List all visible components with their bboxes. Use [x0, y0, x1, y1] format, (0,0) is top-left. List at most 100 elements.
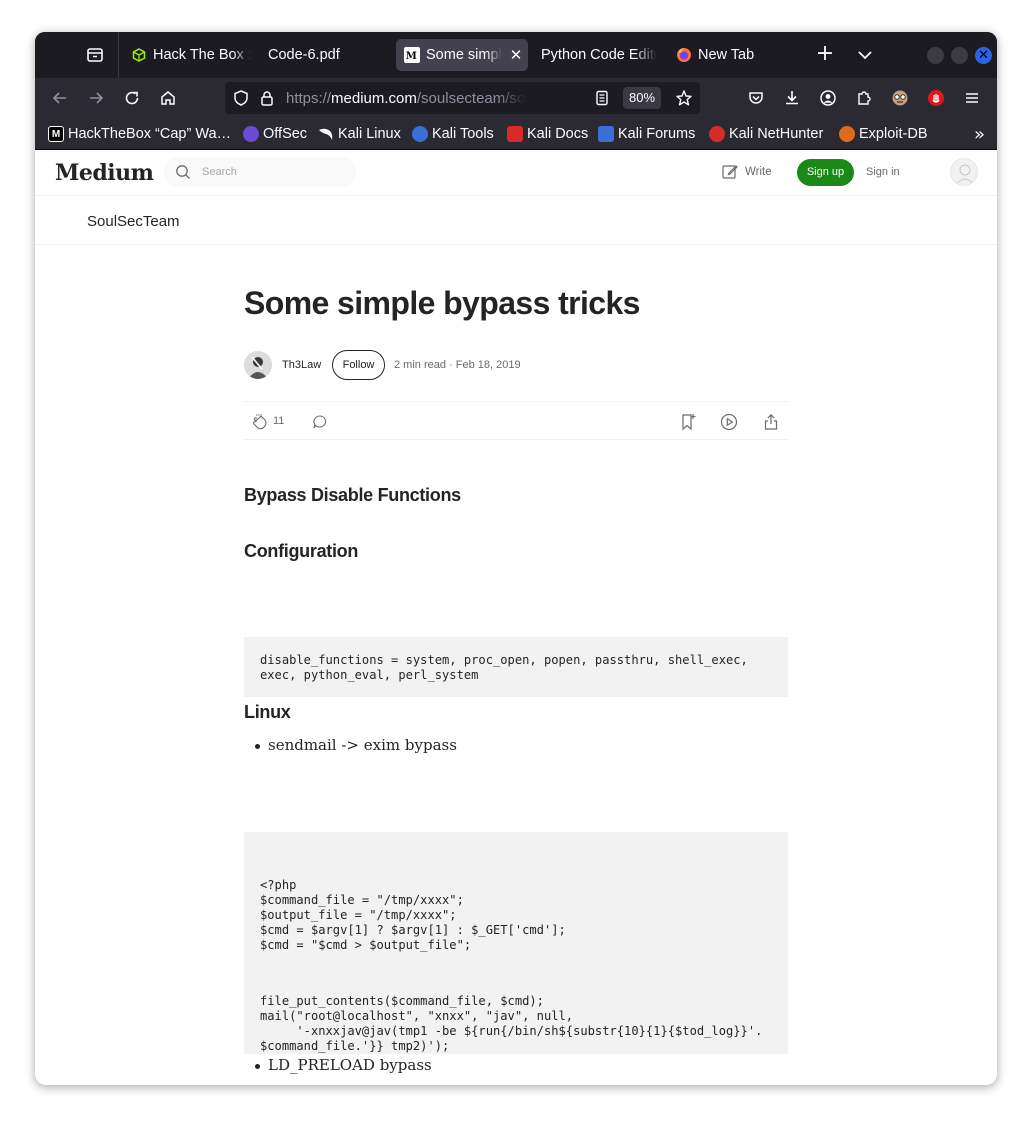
close-window-button[interactable]: ✕	[975, 47, 992, 64]
bookmark-label: Kali Tools	[432, 126, 494, 142]
clap-icon[interactable]	[250, 412, 270, 432]
publication-name[interactable]: SoulSecTeam	[87, 213, 180, 230]
write-label: Write	[745, 166, 772, 178]
hamburger-menu-icon[interactable]	[960, 86, 984, 110]
bookmark-label: HackTheBox “Cap” Wa…	[68, 126, 232, 142]
url-text[interactable]: https://medium.com/soulsecteam/some-sim	[286, 90, 526, 107]
bookmark-kali-nethunter[interactable]: Kali NetHunter	[709, 124, 823, 144]
zoom-level-badge[interactable]: 80%	[623, 87, 662, 109]
pocket-icon[interactable]	[744, 86, 768, 110]
medium-favicon: Ml	[404, 47, 420, 63]
url-bar[interactable]: https://medium.com/soulsecteam/some-sim …	[225, 82, 700, 114]
bookmark-exploit-db[interactable]: Exploit-DB	[839, 124, 928, 144]
listen-play-icon[interactable]	[719, 412, 739, 432]
sign-in-link[interactable]: Sign in	[866, 166, 900, 178]
search-input[interactable]	[202, 164, 342, 180]
bookmark-kali-forums[interactable]: Kali Forums	[598, 124, 695, 144]
search-icon	[175, 164, 191, 180]
minimize-window-button[interactable]	[927, 47, 944, 64]
medium-header: Medium Write Sign up Sign in	[35, 150, 997, 196]
offsec-icon	[243, 126, 259, 142]
home-icon[interactable]	[156, 86, 180, 110]
htb-cube-icon	[131, 47, 147, 63]
account-icon[interactable]	[816, 86, 840, 110]
list-item-text: sendmail -> exim bypass	[268, 736, 457, 754]
extension-face-icon[interactable]	[888, 86, 912, 110]
tab-title: Hack The Box :	[153, 47, 252, 63]
tab-python-editor[interactable]: Python Code Edito	[534, 39, 662, 71]
search-box[interactable]	[164, 157, 356, 187]
downloads-icon[interactable]	[780, 86, 804, 110]
bookmark-kali-tools[interactable]: Kali Tools	[412, 124, 494, 144]
url-host: medium.com	[331, 90, 417, 107]
author-name[interactable]: Th3Law	[282, 359, 321, 371]
author-avatar[interactable]	[244, 351, 272, 379]
list-item-text: LD_PRELOAD bypass	[268, 1056, 432, 1074]
meta-dot: ·	[449, 359, 456, 371]
write-pencil-icon	[722, 165, 738, 179]
article-meta: 2 min read · Feb 18, 2019	[394, 359, 521, 371]
code-block-config: disable_functions = system, proc_open, p…	[244, 637, 788, 697]
bookmark-star-icon[interactable]	[672, 86, 696, 110]
tab-title: New Tab	[698, 47, 755, 63]
tab-code-pdf[interactable]: Code-6.pdf	[257, 39, 387, 71]
nethunter-icon	[709, 126, 725, 142]
article-title: Some simple bypass tricks	[244, 285, 640, 321]
forward-arrow-icon[interactable]	[84, 86, 108, 110]
bookmark-kali-linux[interactable]: Kali Linux	[318, 124, 401, 144]
bookmarks-overflow-chevron-icon[interactable]: »	[974, 124, 985, 145]
reload-icon[interactable]	[120, 86, 144, 110]
kali-forums-icon	[598, 126, 614, 142]
save-bookmark-icon[interactable]	[678, 412, 698, 432]
new-tab-plus-icon[interactable]: +	[813, 43, 837, 67]
heading-linux: Linux	[244, 702, 291, 722]
close-tab-icon[interactable]: ✕	[508, 46, 524, 64]
publish-date: Feb 18, 2019	[455, 359, 521, 371]
tab-title: Some simple b	[426, 47, 502, 63]
web-page: Medium Write Sign up Sign in SoulSecTeam…	[35, 150, 997, 1085]
heading-configuration: Configuration	[244, 541, 359, 561]
back-arrow-icon[interactable]	[48, 86, 72, 110]
lock-icon[interactable]	[255, 86, 279, 110]
tab-strip: Hack The Box : Code-6.pdf Ml Some simple…	[35, 32, 997, 78]
exploitdb-icon	[839, 126, 855, 142]
publication-bar: SoulSecTeam	[35, 196, 997, 245]
bookmark-offsec[interactable]: OffSec	[243, 124, 307, 144]
bookmark-label: Kali NetHunter	[729, 126, 824, 142]
bookmark-kali-docs[interactable]: Kali Docs	[507, 124, 588, 144]
bookmark-label: Kali Docs	[527, 126, 589, 142]
medium-logo[interactable]: Medium	[55, 160, 154, 186]
bookmark-label: OffSec	[263, 126, 308, 142]
sign-up-button[interactable]: Sign up	[797, 159, 854, 186]
kali-tools-icon	[412, 126, 428, 142]
url-scheme: https://	[286, 90, 332, 107]
tab-separator	[118, 32, 119, 78]
follow-button[interactable]: Follow	[332, 350, 385, 380]
tab-new-tab[interactable]: New Tab	[668, 39, 798, 71]
navigation-toolbar: https://medium.com/soulsecteam/some-sim …	[35, 78, 997, 118]
code-php-part2: file_put_contents($command_file, $cmd); …	[260, 994, 763, 1053]
tab-hackthebox[interactable]: Hack The Box :	[123, 39, 253, 71]
read-time: 2 min read	[394, 359, 446, 371]
maximize-window-button[interactable]	[951, 47, 968, 64]
tab-title: Python Code Edito	[541, 47, 657, 63]
bookmark-htb-cap[interactable]: M HackTheBox “Cap” Wa…	[48, 124, 231, 144]
extensions-puzzle-icon[interactable]	[852, 86, 876, 110]
tab-medium-active[interactable]: Ml Some simple b ✕	[396, 39, 528, 71]
write-button[interactable]: Write	[721, 163, 772, 181]
url-path: /soulsecteam/some-sim	[416, 90, 526, 107]
kali-dragon-icon	[318, 126, 334, 142]
ublock-icon[interactable]	[924, 86, 948, 110]
comment-icon[interactable]	[310, 412, 330, 432]
list-item-sendmail: sendmail -> exim bypass	[255, 736, 457, 754]
tracking-protection-shield-icon[interactable]	[229, 86, 253, 110]
list-all-tabs-chevron-icon[interactable]	[853, 43, 877, 67]
bookmark-label: Exploit-DB	[859, 126, 928, 142]
medium-favicon: M	[48, 126, 64, 142]
share-icon[interactable]	[761, 412, 781, 432]
reader-view-icon[interactable]	[590, 86, 614, 110]
kali-docs-icon	[507, 126, 523, 142]
firefox-view-icon[interactable]	[83, 43, 107, 67]
tab-title: Code-6.pdf	[268, 47, 340, 63]
user-avatar-icon[interactable]	[950, 158, 978, 186]
